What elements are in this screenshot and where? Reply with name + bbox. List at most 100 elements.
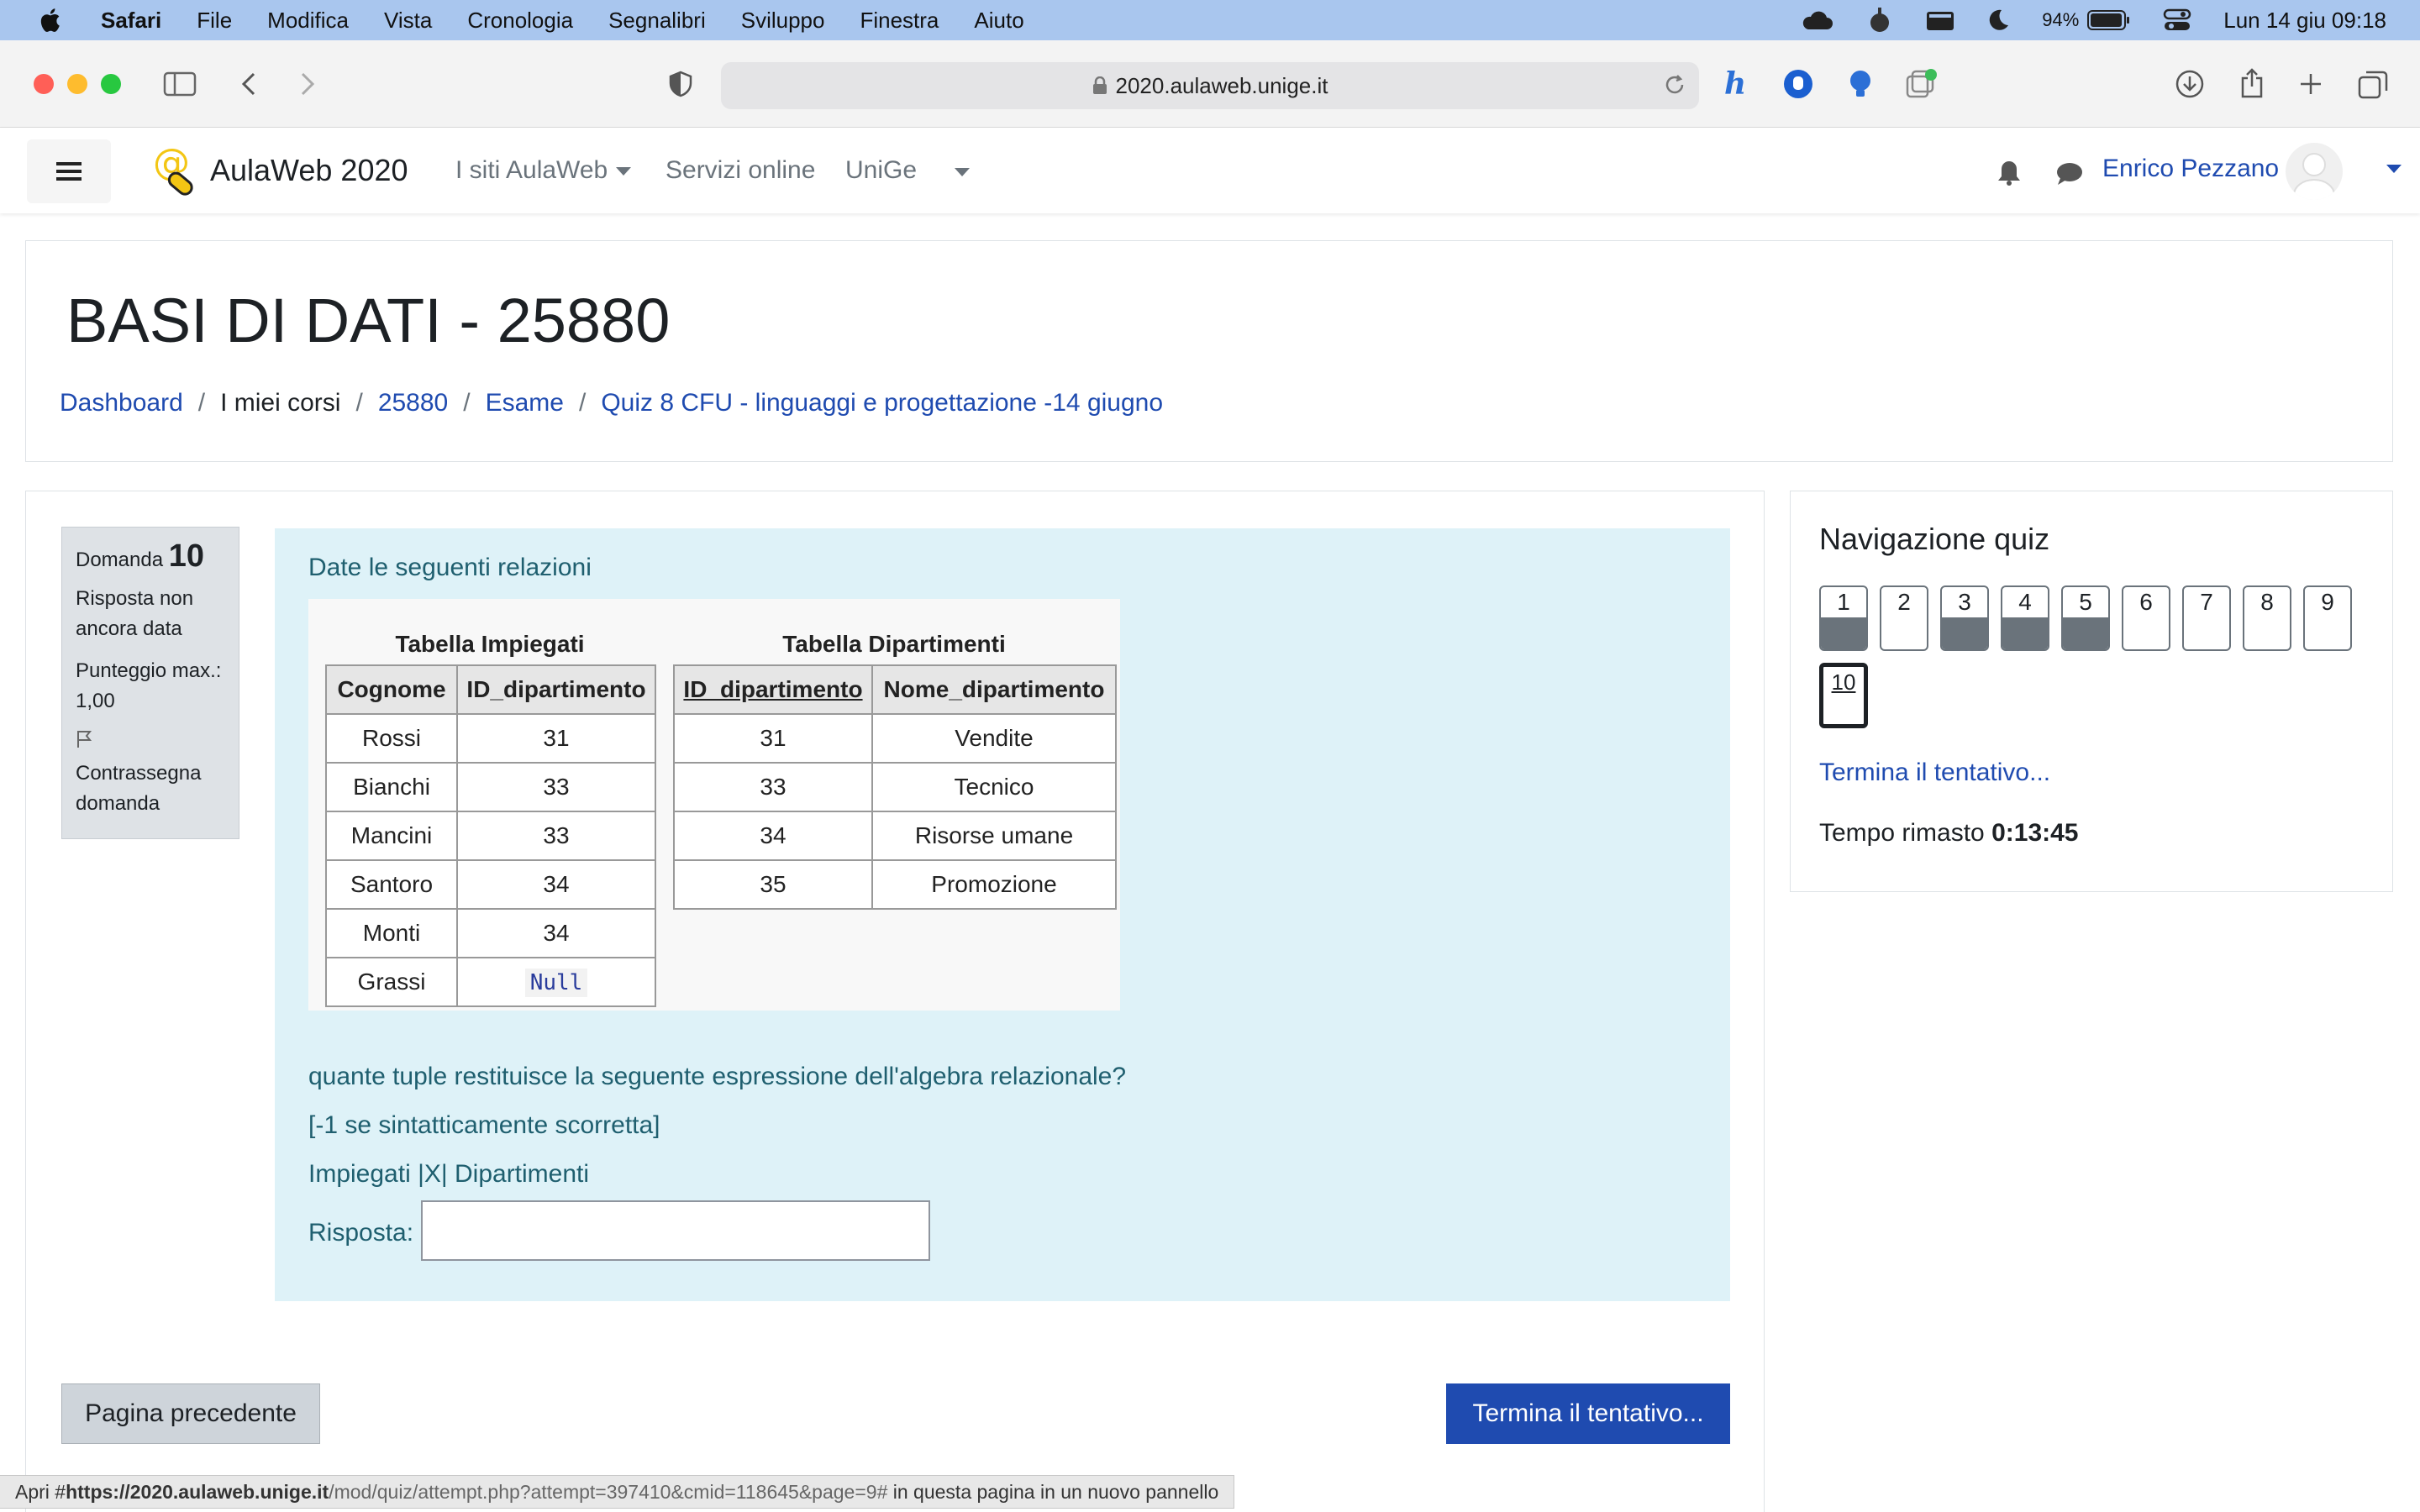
breadcrumb-dashboard[interactable]: Dashboard <box>60 389 183 417</box>
quiz-nav-question-button[interactable]: 5 <box>2061 585 2110 651</box>
flag-question-label: Contrassegna domanda <box>76 762 202 815</box>
quiz-nav-question-number: 4 <box>2018 589 2032 615</box>
sidebar-toggle-icon[interactable] <box>161 66 198 102</box>
lamp-icon[interactable] <box>1865 6 1894 34</box>
extension-hand-icon[interactable] <box>1780 66 1817 102</box>
battery-indicator[interactable]: 94% <box>2042 9 2131 31</box>
menubar-datetime[interactable]: Lun 14 giu 09:18 <box>2223 8 2386 34</box>
table-cell: Santoro <box>325 859 458 910</box>
table-cell: Promozione <box>871 859 1117 910</box>
table-row: Mancini 33 <box>325 811 656 861</box>
table-row: 31 Vendite <box>673 713 1117 764</box>
null-value: Null <box>524 969 588 997</box>
cloud-icon[interactable] <box>1800 9 1833 31</box>
menu-file[interactable]: File <box>197 8 232 34</box>
quiz-nav-question-button[interactable]: 2 <box>1880 585 1928 651</box>
nav-more-chevron-icon[interactable] <box>955 168 970 176</box>
nav-unige[interactable]: UniGe <box>845 156 917 185</box>
tab-overview-icon[interactable] <box>2354 66 2391 102</box>
nav-siti-aulaweb[interactable]: I siti AulaWeb <box>455 156 632 185</box>
quiz-nav-question-button[interactable]: 9 <box>2303 585 2352 651</box>
breadcrumb-separator: / <box>578 389 587 417</box>
quiz-nav-question-number: 6 <box>2139 589 2153 615</box>
quiz-nav-question-button[interactable]: 10 <box>1819 663 1868 728</box>
question-number: 10 <box>168 538 205 574</box>
table-dipartimenti-title: Tabella Dipartimenti <box>782 631 1006 657</box>
menu-segnalibri[interactable]: Segnalibri <box>608 8 706 34</box>
quiz-nav-question-button[interactable]: 7 <box>2182 585 2231 651</box>
menu-cronologia[interactable]: Cronologia <box>467 8 573 34</box>
finish-attempt-button[interactable]: Termina il tentativo... <box>1446 1383 1730 1444</box>
messages-icon[interactable] <box>2055 161 2084 186</box>
breadcrumb-section[interactable]: Esame <box>486 389 564 417</box>
menu-aiuto[interactable]: Aiuto <box>974 8 1023 34</box>
minimize-window-button[interactable] <box>67 74 87 94</box>
table-cell: Rossi <box>325 713 458 764</box>
breadcrumb: Dashboard / I miei corsi / 25880 / Esame… <box>60 389 1163 417</box>
quiz-nav-question-button[interactable]: 8 <box>2243 585 2291 651</box>
breadcrumb-separator: / <box>463 389 471 417</box>
zoom-window-button[interactable] <box>101 74 121 94</box>
menu-vista[interactable]: Vista <box>384 8 432 34</box>
url-text: 2020.aulaweb.unige.it <box>1115 72 1328 98</box>
quiz-nav-question-button[interactable]: 6 <box>2122 585 2170 651</box>
moon-icon[interactable] <box>1986 8 2010 32</box>
extension-bulb-icon[interactable] <box>1842 66 1879 102</box>
quiz-nav-question-button[interactable]: 1 <box>1819 585 1868 651</box>
finish-attempt-link[interactable]: Termina il tentativo... <box>1819 759 2050 787</box>
answered-indicator <box>2063 617 2108 649</box>
aulaweb-logo-icon[interactable]: @ <box>151 143 198 198</box>
clapper-icon[interactable] <box>1926 8 1954 32</box>
menu-finestra[interactable]: Finestra <box>860 8 939 34</box>
forward-icon[interactable] <box>289 66 326 102</box>
table-cell: 34 <box>673 811 873 861</box>
breadcrumb-course[interactable]: 25880 <box>378 389 448 417</box>
menu-sviluppo[interactable]: Sviluppo <box>741 8 825 34</box>
question-info-panel: Domanda 10 Risposta non ancora data Punt… <box>61 527 239 839</box>
user-name[interactable]: Enrico Pezzano <box>2102 155 2279 183</box>
time-remaining-label: Tempo rimasto <box>1819 819 1985 847</box>
quiz-nav-question-number: 9 <box>2321 589 2334 615</box>
time-remaining: Tempo rimasto 0:13:45 <box>1819 819 2078 848</box>
back-icon[interactable] <box>230 66 267 102</box>
breadcrumb-my-courses: I miei corsi <box>220 389 341 417</box>
table-cell: 33 <box>456 811 656 861</box>
address-bar[interactable]: 2020.aulaweb.unige.it <box>721 62 1699 109</box>
downloads-icon[interactable] <box>2171 66 2208 102</box>
quiz-navigation-block: Navigazione quiz 1 2 3 4 5 6 7 8 9 10 Termina il … <box>1790 491 2393 892</box>
site-name[interactable]: AulaWeb 2020 <box>210 153 408 188</box>
macos-menubar: Safari File Modifica Vista Cronologia Se… <box>0 0 2420 40</box>
breadcrumb-quiz[interactable]: Quiz 8 CFU - linguaggi e progettazione -… <box>601 389 1163 417</box>
table-row: 35 Promozione <box>673 859 1117 910</box>
hamburger-icon <box>56 162 82 181</box>
menu-app-name[interactable]: Safari <box>101 8 161 34</box>
control-center-icon[interactable] <box>2163 8 2191 33</box>
browser-status-bar: Apri #https://2020.aulaweb.unige.it/mod/… <box>0 1475 1235 1509</box>
user-menu-chevron-icon[interactable] <box>2386 165 2402 173</box>
nav-servizi-online[interactable]: Servizi online <box>666 156 815 185</box>
apple-icon[interactable] <box>37 6 66 34</box>
quiz-nav-question-button[interactable]: 4 <box>2001 585 2049 651</box>
answered-indicator <box>1942 617 1987 649</box>
new-tab-icon[interactable] <box>2292 66 2329 102</box>
answered-indicator <box>1821 617 1866 649</box>
notification-bell-icon[interactable] <box>1996 160 2022 186</box>
menu-modifica[interactable]: Modifica <box>267 8 349 34</box>
quiz-navigation-title: Navigazione quiz <box>1819 522 2050 556</box>
extension-tabs-icon[interactable] <box>1902 66 1939 102</box>
avatar[interactable] <box>2286 143 2343 200</box>
breadcrumb-separator: / <box>355 389 363 417</box>
extension-h-icon[interactable]: h <box>1718 66 1754 102</box>
menu-toggle-button[interactable] <box>27 139 111 203</box>
flag-question-button[interactable]: Contrassegna domanda <box>76 728 225 819</box>
quiz-nav-question-button[interactable]: 3 <box>1940 585 1989 651</box>
answer-input[interactable] <box>421 1200 930 1261</box>
privacy-shield-icon[interactable] <box>662 66 699 102</box>
page-header: BASI DI DATI - 25880 Dashboard / I miei … <box>25 240 2393 462</box>
share-icon[interactable] <box>2233 66 2270 102</box>
previous-page-button[interactable]: Pagina precedente <box>61 1383 320 1444</box>
reload-icon[interactable] <box>1662 72 1687 97</box>
quiz-main-region: Domanda 10 Risposta non ancora data Punt… <box>25 491 1765 1512</box>
question-intro: Date le seguenti relazioni <box>308 554 592 581</box>
close-window-button[interactable] <box>34 74 54 94</box>
